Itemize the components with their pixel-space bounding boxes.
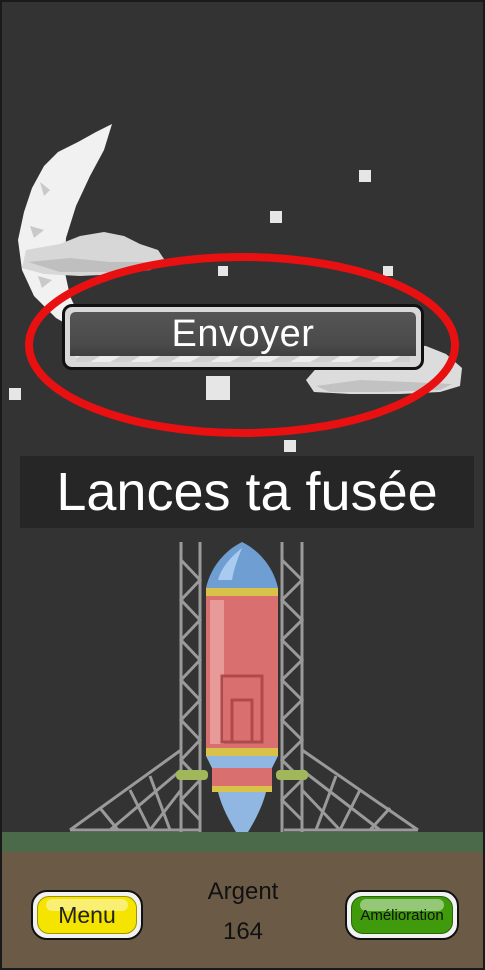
upgrade-button[interactable]: Amélioration [345,890,459,940]
launch-button[interactable]: Envoyer [62,304,424,370]
money-value: 164 [222,918,264,945]
launch-button-label: Envoyer [171,312,315,355]
launch-button-face: Envoyer [70,312,416,362]
launch-tower-left [69,542,203,832]
game-screen: Envoyer Lances ta fusée Menu Argent 164 … [0,0,485,970]
menu-button-label: Menu [58,901,116,928]
money-label: Argent [207,878,279,905]
menu-button[interactable]: Menu [31,890,143,940]
rocket-scene [69,542,419,832]
upgrade-button-face: Amélioration [351,896,453,934]
page-title: Lances ta fusée [56,462,438,522]
title-banner: Lances ta fusée [20,456,474,528]
menu-button-face: Menu [37,896,137,934]
upgrade-button-label: Amélioration [360,906,444,924]
launch-tower-right [279,542,419,832]
